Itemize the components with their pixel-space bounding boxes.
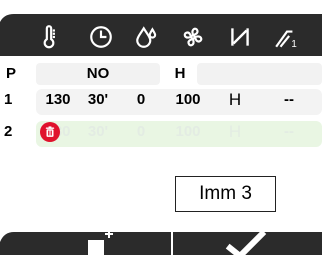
row-value[interactable]: 0: [126, 119, 156, 145]
row-value[interactable]: 0: [126, 87, 156, 113]
row-value[interactable]: 30': [80, 119, 116, 145]
confirm-icon: [225, 229, 267, 260]
row-extra[interactable]: --: [276, 119, 302, 145]
column-header-p: P: [5, 65, 16, 82]
header-bar: 1: [0, 0, 322, 56]
table-row[interactable]: 1 130 30' 0 100 H --: [0, 87, 322, 115]
add-step-icon: [88, 230, 113, 255]
row-value[interactable]: 30': [80, 87, 116, 113]
column-header-no: NO: [86, 65, 110, 82]
row-value[interactable]: 100: [168, 87, 208, 113]
step-icon[interactable]: 1: [272, 22, 302, 52]
row-value[interactable]: 130: [40, 87, 76, 113]
bottom-bar: [0, 228, 322, 260]
thermometer-icon[interactable]: [34, 22, 64, 52]
trash-icon: [45, 126, 55, 137]
clock-icon[interactable]: [86, 22, 116, 52]
column-header-h-background: [197, 63, 322, 85]
fan-icon[interactable]: [178, 22, 208, 52]
row-number: 2: [4, 123, 13, 140]
row-symbol[interactable]: H: [222, 119, 248, 145]
delete-row-button[interactable]: [40, 122, 60, 142]
row-symbol[interactable]: H: [222, 87, 248, 113]
row-number: 1: [4, 91, 13, 108]
add-step-button[interactable]: [82, 228, 122, 255]
row-extra[interactable]: --: [276, 87, 302, 113]
table-row[interactable]: 2 130 30' 0 100 H --: [0, 119, 322, 147]
confirm-button[interactable]: [222, 228, 272, 260]
bottom-bar-background: [0, 232, 322, 255]
row-value[interactable]: 100: [168, 119, 208, 145]
svg-text:1: 1: [291, 39, 296, 50]
humidity-icon[interactable]: [132, 22, 162, 52]
column-header-h: H: [174, 65, 186, 82]
interval-icon[interactable]: [225, 22, 255, 52]
table-header: P NO H: [0, 61, 322, 87]
label-box: Imm 3: [175, 176, 276, 212]
